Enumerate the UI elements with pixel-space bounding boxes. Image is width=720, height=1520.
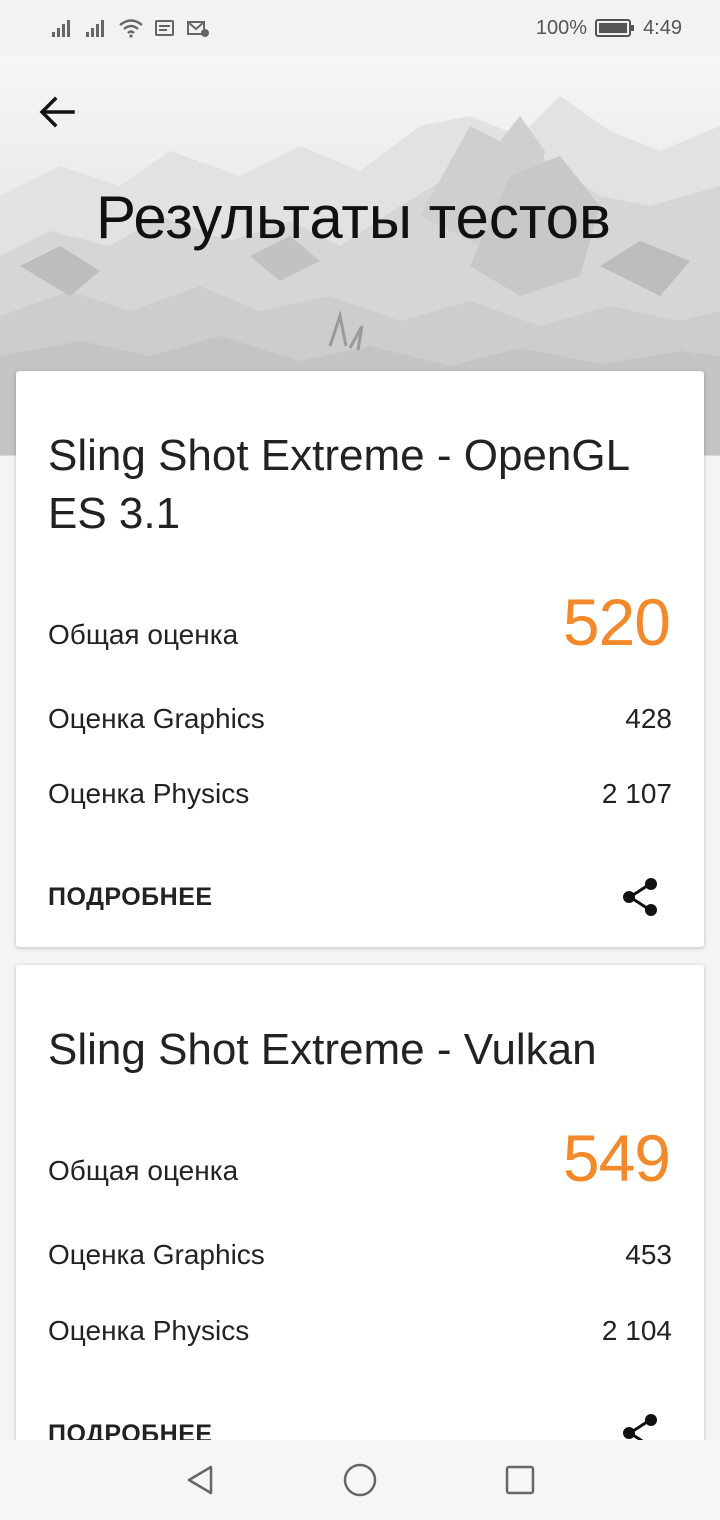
physics-score-label: Оценка Physics xyxy=(48,1315,250,1346)
physics-score-label: Оценка Physics xyxy=(48,778,250,809)
benchmark-title: Sling Shot Extreme - OpenGL ES 3.1 xyxy=(48,431,629,538)
status-bar: 100% 4:49 xyxy=(0,0,720,56)
page-title: Результаты тестов xyxy=(96,184,611,251)
graphics-score-value: 428 xyxy=(625,703,672,734)
graphics-score-label: Оценка Graphics xyxy=(48,1239,265,1270)
nav-home-button[interactable] xyxy=(340,1460,380,1500)
system-navigation-bar xyxy=(0,1440,720,1520)
home-circle-icon xyxy=(343,1463,377,1497)
signal-icon xyxy=(50,18,74,38)
graphics-score-label: Оценка Graphics xyxy=(48,703,265,734)
details-button[interactable]: ПОДРОБНЕЕ xyxy=(48,883,213,912)
overall-score-label: Общая оценка xyxy=(48,1155,239,1186)
graphics-score-value: 453 xyxy=(625,1239,672,1270)
nav-back-button[interactable] xyxy=(180,1460,220,1500)
notification-icon xyxy=(154,18,176,38)
wifi-icon xyxy=(118,18,144,38)
share-icon xyxy=(623,878,657,916)
result-card: Sling Shot Extreme - OpenGL ES 3.1 Общая… xyxy=(16,371,704,947)
status-icons-left xyxy=(50,18,210,38)
arrow-left-icon xyxy=(39,96,75,128)
benchmark-title: Sling Shot Extreme - Vulkan xyxy=(48,1025,597,1074)
physics-score-value: 2 107 xyxy=(601,778,672,809)
mail-icon xyxy=(186,18,210,38)
result-card: Sling Shot Extreme - Vulkan Общая оценка… xyxy=(16,965,704,1485)
nav-recents-button[interactable] xyxy=(500,1460,540,1500)
clock: 4:49 xyxy=(643,16,682,39)
physics-score-value: 2 104 xyxy=(601,1315,672,1346)
share-button[interactable] xyxy=(618,874,664,920)
status-icons-right: 100% 4:49 xyxy=(536,17,682,40)
battery-percent: 100% xyxy=(535,16,588,39)
back-triangle-icon xyxy=(187,1465,213,1495)
overall-score-value: 549 xyxy=(562,1121,671,1195)
signal-icon xyxy=(84,18,108,38)
recents-square-icon xyxy=(505,1465,535,1495)
overall-score-value: 520 xyxy=(562,585,671,659)
overall-score-label: Общая оценка xyxy=(48,619,239,650)
battery-icon xyxy=(595,17,635,39)
back-button[interactable] xyxy=(30,88,84,136)
